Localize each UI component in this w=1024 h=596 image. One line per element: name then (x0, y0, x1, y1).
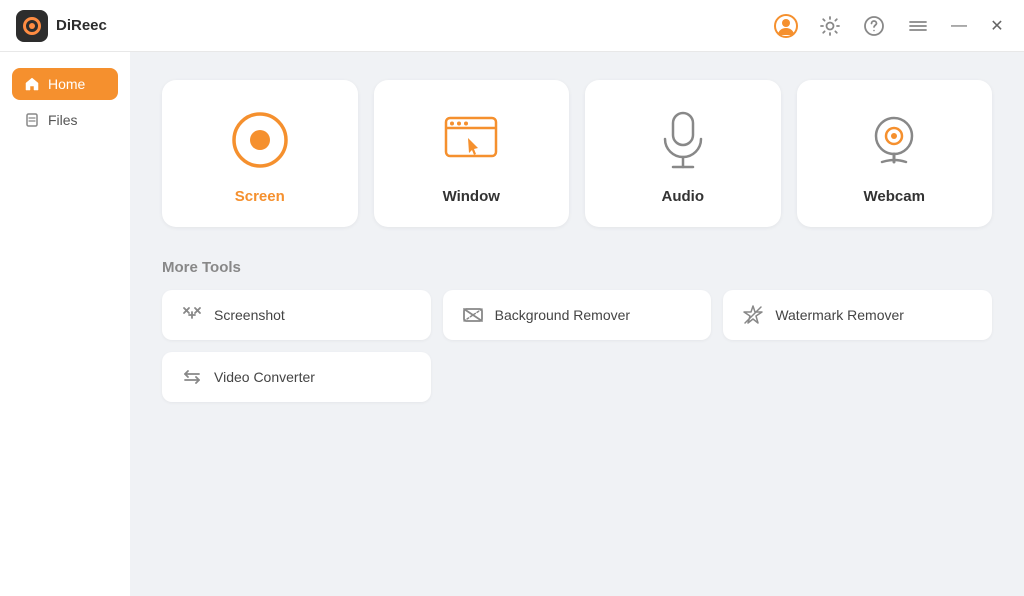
screenshot-label: Screenshot (214, 307, 285, 323)
sidebar-files-label: Files (48, 112, 78, 128)
titlebar-right: — ✕ (772, 12, 1008, 40)
watermark-remover-tool[interactable]: Watermark Remover (723, 290, 992, 340)
settings-icon[interactable] (816, 12, 844, 40)
profile-icon[interactable] (772, 12, 800, 40)
app-logo (16, 10, 48, 42)
audio-card-label: Audio (662, 188, 705, 205)
audio-card-icon (651, 108, 715, 172)
menu-icon[interactable] (904, 12, 932, 40)
close-button[interactable]: ✕ (986, 15, 1008, 37)
background-remover-icon (461, 304, 485, 326)
app-name: DiReec (56, 17, 107, 34)
help-icon[interactable] (860, 12, 888, 40)
window-card-label: Window (443, 188, 500, 205)
background-remover-tool[interactable]: Background Remover (443, 290, 712, 340)
sidebar-home-label: Home (48, 76, 85, 92)
video-converter-label: Video Converter (214, 369, 315, 385)
tools-grid: Screenshot Background Remover (162, 290, 992, 402)
watermark-remover-label: Watermark Remover (775, 307, 904, 323)
webcam-card[interactable]: Webcam (797, 80, 993, 227)
webcam-card-icon (862, 108, 926, 172)
more-tools-section: More Tools Screenshot (162, 259, 992, 402)
video-converter-icon (180, 366, 204, 388)
sidebar: Home Files (0, 52, 130, 596)
screen-card-label: Screen (235, 188, 285, 205)
screen-card[interactable]: Screen (162, 80, 358, 227)
sidebar-item-files[interactable]: Files (12, 104, 118, 136)
app-logo-ring (23, 17, 41, 35)
audio-card[interactable]: Audio (585, 80, 781, 227)
more-tools-title: More Tools (162, 259, 992, 276)
webcam-card-label: Webcam (864, 188, 925, 205)
screenshot-tool[interactable]: Screenshot (162, 290, 431, 340)
watermark-remover-icon (741, 304, 765, 326)
files-icon (24, 112, 40, 128)
video-converter-tool[interactable]: Video Converter (162, 352, 431, 402)
screen-card-icon (228, 108, 292, 172)
content-area: Screen Window (130, 52, 1024, 596)
window-card-icon (439, 108, 503, 172)
background-remover-label: Background Remover (495, 307, 630, 323)
window-card[interactable]: Window (374, 80, 570, 227)
sidebar-item-home[interactable]: Home (12, 68, 118, 100)
home-icon (24, 76, 40, 92)
minimize-button[interactable]: — (948, 15, 970, 37)
main-layout: Home Files (0, 52, 1024, 596)
screenshot-icon (180, 304, 204, 326)
app-logo-dot (29, 23, 35, 29)
recording-cards: Screen Window (162, 80, 992, 227)
titlebar: DiReec (0, 0, 1024, 52)
titlebar-left: DiReec (16, 10, 107, 42)
